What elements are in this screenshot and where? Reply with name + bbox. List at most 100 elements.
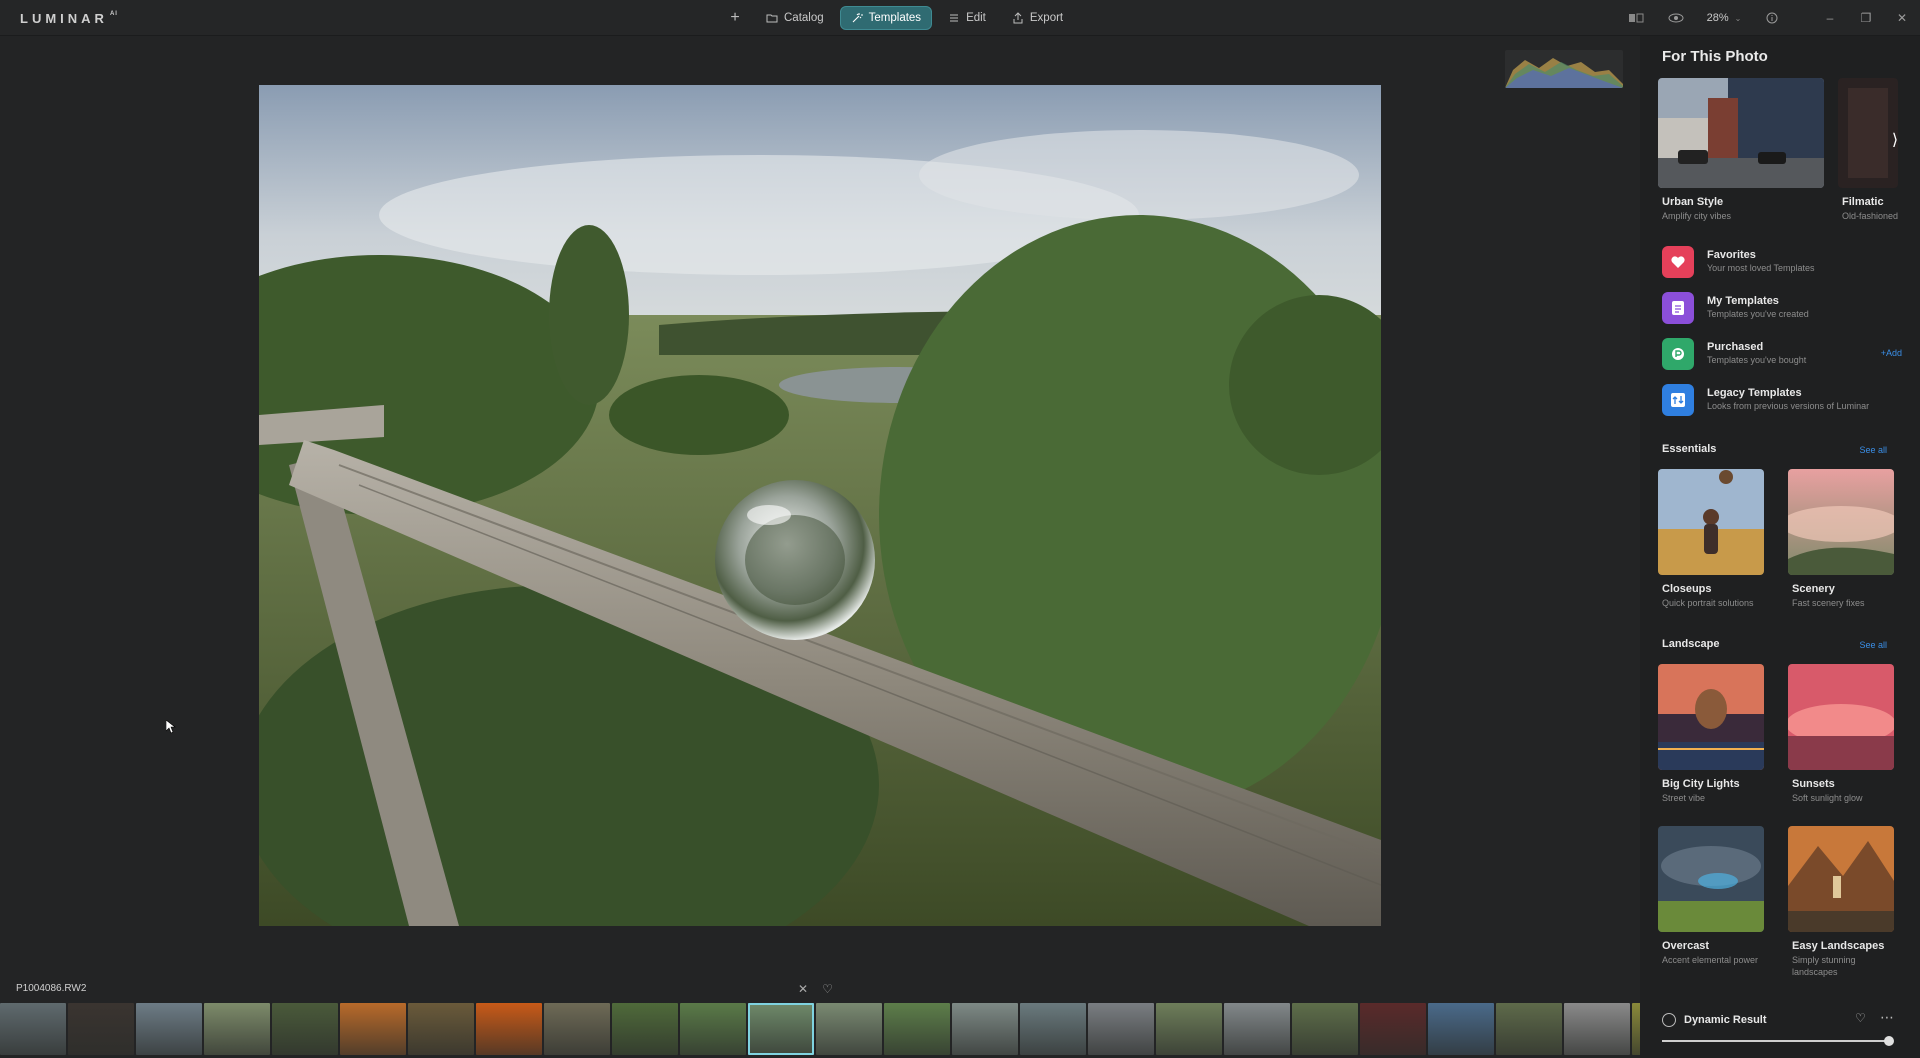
filmstrip-thumbnail[interactable] — [272, 1003, 338, 1055]
tab-edit[interactable]: Edit — [938, 6, 996, 30]
close-button[interactable]: ✕ — [1884, 0, 1920, 36]
featured-name: Filmatic — [1842, 196, 1884, 208]
share-icon — [1013, 12, 1023, 24]
compare-icon[interactable] — [1616, 0, 1656, 36]
filmstrip-thumbnail[interactable] — [1088, 1003, 1154, 1055]
top-bar: LUMINAR AI + Catalog Templates Edit Expor… — [0, 0, 1920, 36]
tile-name: Easy Landscapes — [1792, 940, 1885, 952]
template-tile-big-city-lights[interactable] — [1658, 664, 1764, 770]
slider-fill — [1662, 1040, 1889, 1042]
collection-favorites[interactable]: Favorites Your most loved Templates — [1662, 242, 1902, 282]
template-tile-closeups[interactable] — [1658, 469, 1764, 575]
more-options-icon[interactable]: ⋯ — [1880, 1009, 1895, 1026]
tile-sub: Simply stunning landscapes — [1792, 955, 1856, 977]
section-title-essentials: Essentials — [1662, 443, 1717, 455]
templates-panel: For This Photo ⟩ Urban Style Amplify cit… — [1640, 36, 1920, 1058]
tile-name: Big City Lights — [1662, 778, 1740, 790]
filmstrip-thumbnail[interactable] — [748, 1003, 814, 1055]
heart-icon — [1662, 246, 1694, 278]
info-icon[interactable] — [1752, 0, 1792, 36]
amount-slider[interactable] — [1662, 1036, 1894, 1046]
featured-sub: Amplify city vibes — [1662, 211, 1732, 221]
template-card-urban-style[interactable] — [1658, 78, 1824, 188]
heart-icon[interactable]: ♡ — [822, 982, 833, 996]
minimize-button[interactable]: – — [1812, 0, 1848, 36]
panel-title: For This Photo — [1662, 48, 1768, 65]
template-icon — [1662, 1013, 1676, 1027]
tab-catalog[interactable]: Catalog — [756, 6, 834, 30]
image-canvas[interactable] — [0, 36, 1640, 984]
template-tile-sunsets[interactable] — [1788, 664, 1894, 770]
main-photo[interactable] — [259, 85, 1381, 926]
filmstrip-thumbnail[interactable] — [884, 1003, 950, 1055]
folder-icon — [766, 14, 778, 23]
sliders-icon — [950, 14, 959, 22]
collection-purchased[interactable]: Purchased Templates you've bought +Add — [1662, 334, 1902, 374]
collection-my-templates[interactable]: My Templates Templates you've created — [1662, 288, 1902, 328]
essentials-see-all-link[interactable]: See all — [1859, 445, 1887, 455]
main-nav: + Catalog Templates Edit Export — [724, 6, 1073, 30]
tile-sub: Street vibe — [1662, 793, 1706, 803]
slider-handle[interactable] — [1884, 1036, 1894, 1046]
histogram[interactable] — [1505, 50, 1623, 88]
tile-name: Sunsets — [1792, 778, 1835, 790]
filmstrip-thumbnail[interactable] — [204, 1003, 270, 1055]
filmstrip-thumbnail[interactable] — [1428, 1003, 1494, 1055]
filmstrip-thumbnail[interactable] — [952, 1003, 1018, 1055]
filmstrip-thumbnail[interactable] — [1564, 1003, 1630, 1055]
filmstrip-thumbnail[interactable] — [1020, 1003, 1086, 1055]
tile-sub: Accent elemental power — [1662, 955, 1759, 965]
filmstrip-thumbnail[interactable] — [0, 1003, 66, 1055]
filmstrip-thumbnail[interactable] — [408, 1003, 474, 1055]
mouse-cursor — [165, 719, 176, 739]
landscape-see-all-link[interactable]: See all — [1859, 640, 1887, 650]
filmstrip-thumbnail[interactable] — [816, 1003, 882, 1055]
filmstrip-thumbnail[interactable] — [68, 1003, 134, 1055]
filmstrip-actions: ✕ ♡ — [798, 982, 833, 996]
template-tile-scenery[interactable] — [1788, 469, 1894, 575]
wand-icon — [852, 13, 863, 23]
template-tile-easy-landscapes[interactable] — [1788, 826, 1894, 932]
tile-sub: Soft sunlight glow — [1792, 793, 1863, 803]
app-logo: LUMINAR AI — [20, 11, 118, 26]
tile-sub: Quick portrait solutions — [1662, 598, 1754, 608]
applied-template-bar: Dynamic Result ♡ ⋯ — [1640, 1003, 1920, 1058]
reject-icon[interactable]: ✕ — [798, 982, 808, 996]
filmstrip-thumbnail[interactable] — [680, 1003, 746, 1055]
tile-name: Overcast — [1662, 940, 1710, 952]
filmstrip-thumbnail[interactable] — [1496, 1003, 1562, 1055]
tile-name: Scenery — [1792, 583, 1835, 595]
filmstrip-thumbnail[interactable] — [476, 1003, 542, 1055]
filmstrip-thumbnail[interactable] — [1360, 1003, 1426, 1055]
featured-sub: Old-fashioned — [1842, 211, 1898, 221]
chevron-right-icon[interactable]: ⟩ — [1883, 128, 1907, 152]
collection-legacy-templates[interactable]: Legacy Templates Looks from previous ver… — [1662, 380, 1902, 420]
filmstrip-thumbnail[interactable] — [136, 1003, 202, 1055]
tile-sub: Fast scenery fixes — [1792, 598, 1865, 608]
filmstrip-thumbnail[interactable] — [1156, 1003, 1222, 1055]
featured-name: Urban Style — [1662, 196, 1724, 208]
filmstrip-thumbnail[interactable] — [1224, 1003, 1290, 1055]
filmstrip-thumbnail[interactable] — [544, 1003, 610, 1055]
filmstrip-thumbnail[interactable] — [1632, 1003, 1640, 1055]
eye-icon[interactable] — [1656, 0, 1696, 36]
tab-templates[interactable]: Templates — [839, 6, 933, 30]
filmstrip-thumbnail[interactable] — [612, 1003, 678, 1055]
document-icon — [1662, 292, 1694, 324]
top-right-controls: 28% ⌄ – ❐ ✕ — [1616, 0, 1920, 36]
applied-template-name: Dynamic Result — [1684, 1014, 1767, 1026]
add-photos-button[interactable]: + — [724, 7, 746, 29]
zoom-dropdown[interactable]: 28% ⌄ — [1696, 0, 1752, 36]
tag-icon — [1662, 338, 1694, 370]
tab-export[interactable]: Export — [1002, 6, 1073, 30]
template-tile-overcast[interactable] — [1658, 826, 1764, 932]
section-title-landscape: Landscape — [1662, 638, 1720, 650]
maximize-button[interactable]: ❐ — [1848, 0, 1884, 36]
filmstrip-thumbnail[interactable] — [1292, 1003, 1358, 1055]
swap-icon — [1662, 384, 1694, 416]
filmstrip — [0, 1003, 1640, 1058]
favorite-heart-icon[interactable]: ♡ — [1855, 1011, 1866, 1025]
add-purchased-button[interactable]: +Add — [1881, 348, 1902, 358]
chevron-down-icon: ⌄ — [1734, 13, 1742, 23]
filmstrip-thumbnail[interactable] — [340, 1003, 406, 1055]
